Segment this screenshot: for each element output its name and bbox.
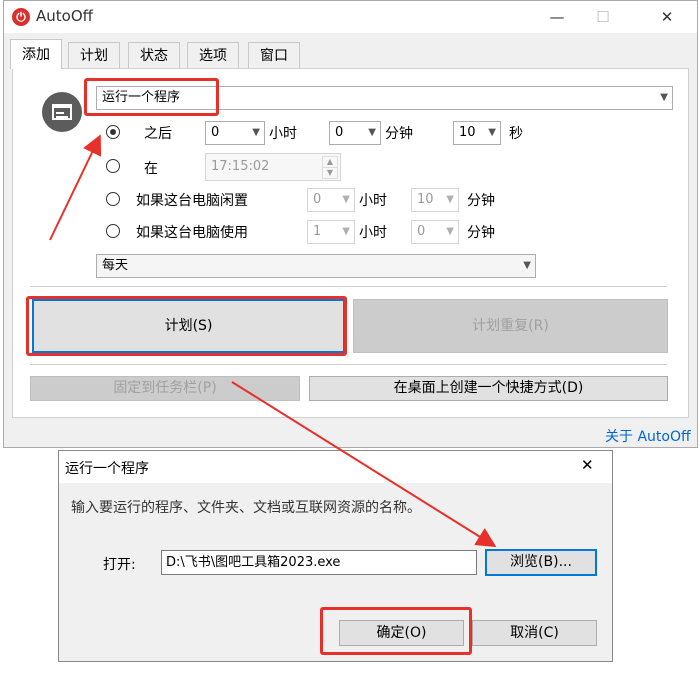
tab-add[interactable]: 添加 — [10, 39, 62, 69]
annotation-arrows — [49, 134, 497, 548]
arrow-up — [49, 134, 102, 241]
arrow-to-browse — [231, 381, 497, 548]
